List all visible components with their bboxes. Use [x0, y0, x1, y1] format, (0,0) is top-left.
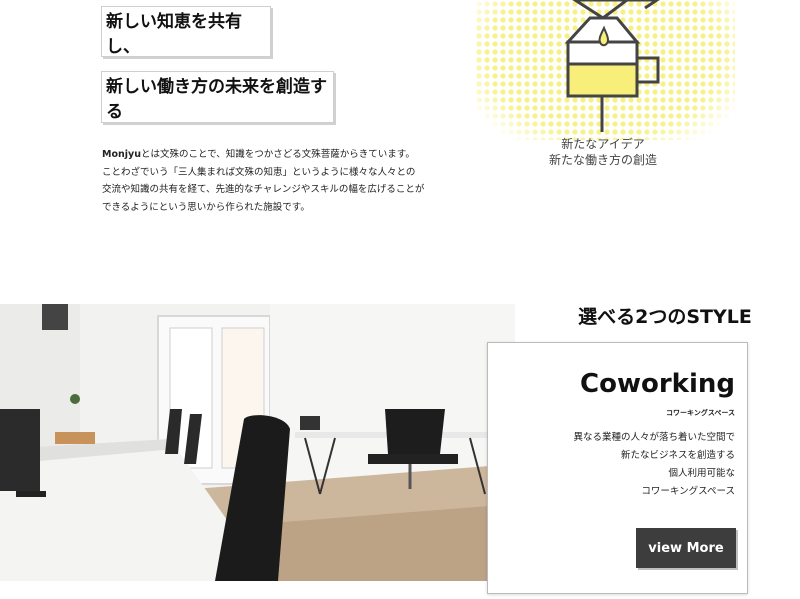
style-section-title: 選べる2つのSTYLE — [578, 306, 752, 328]
card-title: Coworking — [580, 369, 735, 399]
intro-line-3: 交流や知識の共有を経て、先進的なチャレンジやスキルの幅を広げることが — [102, 184, 425, 195]
caption-line-1: 新たなアイデア — [561, 137, 645, 151]
intro-paragraph: Monjyuとは文殊のことで、知識をつかさどる文殊菩薩からきています。 ことわざ… — [102, 146, 452, 216]
card-description: 異なる業種の人々が落ち着いた空間で 新たなビジネスを創造する 個人利用可能な コ… — [573, 429, 735, 501]
hero-heading-line-2: 新しい働き方の未来を創造する — [101, 71, 334, 123]
brand-name: Monjyu — [102, 149, 141, 160]
card-subtitle: コワーキングスペース — [666, 409, 735, 417]
caption-line-2: 新たな働き方の創造 — [548, 153, 657, 167]
office-photo — [0, 304, 515, 581]
illustration-caption: 新たなアイデア 新たな働き方の創造 — [528, 136, 678, 168]
intro-line-4: できるようにという思いから作られた施設です。 — [102, 201, 310, 213]
card-description-line: 個人利用可能な — [668, 468, 735, 479]
hero-heading-line-1-text: 新しい知恵を共有し、 — [106, 11, 242, 57]
card-description-line: 異なる業種の人々が落ち着いた空間で — [573, 432, 735, 443]
card-description-line: コワーキングスペース — [641, 486, 735, 497]
intro-line-2: ことわざでいう「三人集まれば文殊の知恵」というように様々な人々との — [102, 166, 416, 178]
hero-heading-line-2-text: 新しい働き方の未来を創造する — [106, 77, 327, 122]
hero-heading-line-1: 新しい知恵を共有し、 — [101, 6, 271, 57]
coworking-card: Coworking コワーキングスペース 異なる業種の人々が落ち着いた空間で 新… — [487, 342, 748, 594]
intro-line-1: とは文殊のことで、知識をつかさどる文殊菩薩からきています。 — [140, 149, 415, 160]
view-more-button[interactable]: view More — [636, 528, 736, 568]
card-description-line: 新たなビジネスを創造する — [620, 450, 735, 461]
